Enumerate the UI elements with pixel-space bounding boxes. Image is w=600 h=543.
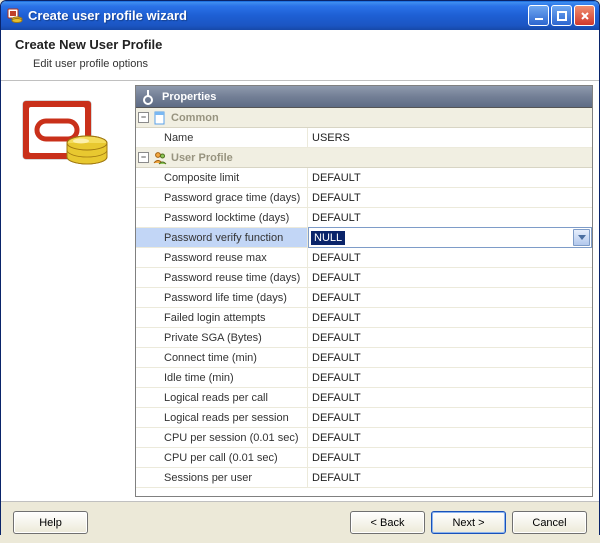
- property-label: Password verify function: [136, 228, 308, 247]
- property-composite-limit[interactable]: Composite limit DEFAULT: [136, 168, 592, 188]
- properties-title: Properties: [162, 91, 216, 103]
- property-value[interactable]: DEFAULT: [308, 408, 592, 427]
- wizard-footer: Help < Back Next > Cancel: [1, 501, 599, 543]
- property-private-sga[interactable]: Private SGA (Bytes) DEFAULT: [136, 328, 592, 348]
- property-value[interactable]: DEFAULT: [308, 448, 592, 467]
- property-label: Sessions per user: [136, 468, 308, 487]
- properties-panel: Properties − Common Name USERS −: [135, 85, 593, 497]
- property-label: Logical reads per session: [136, 408, 308, 427]
- property-label: Connect time (min): [136, 348, 308, 367]
- collapse-icon[interactable]: −: [138, 152, 149, 163]
- property-password-grace-time[interactable]: Password grace time (days) DEFAULT: [136, 188, 592, 208]
- close-button[interactable]: [574, 5, 595, 26]
- property-connect-time[interactable]: Connect time (min) DEFAULT: [136, 348, 592, 368]
- page-subtitle: Edit user profile options: [33, 58, 585, 70]
- minimize-button[interactable]: [528, 5, 549, 26]
- property-password-reuse-max[interactable]: Password reuse max DEFAULT: [136, 248, 592, 268]
- property-password-verify-function[interactable]: Password verify function NULL: [136, 228, 592, 248]
- property-label: CPU per session (0.01 sec): [136, 428, 308, 447]
- property-value[interactable]: DEFAULT: [308, 288, 592, 307]
- property-label: Composite limit: [136, 168, 308, 187]
- collapse-icon[interactable]: −: [138, 112, 149, 123]
- cancel-button[interactable]: Cancel: [512, 511, 587, 534]
- help-button[interactable]: Help: [13, 511, 88, 534]
- property-label: Password reuse max: [136, 248, 308, 267]
- property-value-dropdown[interactable]: NULL: [308, 227, 592, 248]
- property-label: Password grace time (days): [136, 188, 308, 207]
- property-password-locktime[interactable]: Password locktime (days) DEFAULT: [136, 208, 592, 228]
- back-button[interactable]: < Back: [350, 511, 425, 534]
- property-value[interactable]: USERS: [308, 128, 592, 147]
- property-label: Failed login attempts: [136, 308, 308, 327]
- property-value[interactable]: DEFAULT: [308, 388, 592, 407]
- property-value[interactable]: DEFAULT: [308, 208, 592, 227]
- property-label: CPU per call (0.01 sec): [136, 448, 308, 467]
- property-value[interactable]: DEFAULT: [308, 468, 592, 487]
- page-title: Create New User Profile: [15, 37, 585, 52]
- maximize-button[interactable]: [551, 5, 572, 26]
- title-bar: Create user profile wizard: [1, 1, 599, 30]
- property-value[interactable]: DEFAULT: [308, 268, 592, 287]
- property-label: Password reuse time (days): [136, 268, 308, 287]
- group-common-label: Common: [171, 112, 219, 124]
- selected-value: NULL: [311, 231, 345, 245]
- next-button[interactable]: Next >: [431, 511, 506, 534]
- properties-icon: [140, 89, 156, 105]
- property-idle-time[interactable]: Idle time (min) DEFAULT: [136, 368, 592, 388]
- property-failed-login-attempts[interactable]: Failed login attempts DEFAULT: [136, 308, 592, 328]
- window-buttons: [528, 5, 595, 26]
- property-grid[interactable]: − Common Name USERS − User P: [136, 108, 592, 496]
- page-icon: [153, 111, 167, 125]
- property-password-life-time[interactable]: Password life time (days) DEFAULT: [136, 288, 592, 308]
- group-user-profile-label: User Profile: [171, 152, 233, 164]
- property-value[interactable]: DEFAULT: [308, 348, 592, 367]
- property-logical-reads-per-session[interactable]: Logical reads per session DEFAULT: [136, 408, 592, 428]
- group-common[interactable]: − Common: [136, 108, 592, 128]
- property-cpu-per-session[interactable]: CPU per session (0.01 sec) DEFAULT: [136, 428, 592, 448]
- property-sessions-per-user[interactable]: Sessions per user DEFAULT: [136, 468, 592, 488]
- users-icon: [153, 151, 167, 165]
- chevron-down-icon[interactable]: [573, 229, 590, 246]
- property-cpu-per-call[interactable]: CPU per call (0.01 sec) DEFAULT: [136, 448, 592, 468]
- property-value[interactable]: DEFAULT: [308, 368, 592, 387]
- app-icon: [7, 8, 23, 24]
- property-label: Logical reads per call: [136, 388, 308, 407]
- group-user-profile[interactable]: − User Profile: [136, 148, 592, 168]
- property-value[interactable]: DEFAULT: [308, 168, 592, 187]
- property-password-reuse-time[interactable]: Password reuse time (days) DEFAULT: [136, 268, 592, 288]
- property-label: Private SGA (Bytes): [136, 328, 308, 347]
- property-logical-reads-per-call[interactable]: Logical reads per call DEFAULT: [136, 388, 592, 408]
- wizard-image-panel: [7, 85, 135, 497]
- property-label: Idle time (min): [136, 368, 308, 387]
- property-value[interactable]: DEFAULT: [308, 248, 592, 267]
- property-value[interactable]: DEFAULT: [308, 188, 592, 207]
- property-label: Password locktime (days): [136, 208, 308, 227]
- window-title: Create user profile wizard: [28, 8, 528, 23]
- property-label: Password life time (days): [136, 288, 308, 307]
- wizard-header: Create New User Profile Edit user profil…: [1, 30, 599, 81]
- property-value[interactable]: DEFAULT: [308, 328, 592, 347]
- wizard-body: Properties − Common Name USERS −: [1, 81, 599, 501]
- properties-header: Properties: [136, 86, 592, 108]
- property-label: Name: [136, 128, 308, 147]
- database-icon: [19, 97, 115, 183]
- property-value[interactable]: DEFAULT: [308, 308, 592, 327]
- property-name[interactable]: Name USERS: [136, 128, 592, 148]
- property-value[interactable]: DEFAULT: [308, 428, 592, 447]
